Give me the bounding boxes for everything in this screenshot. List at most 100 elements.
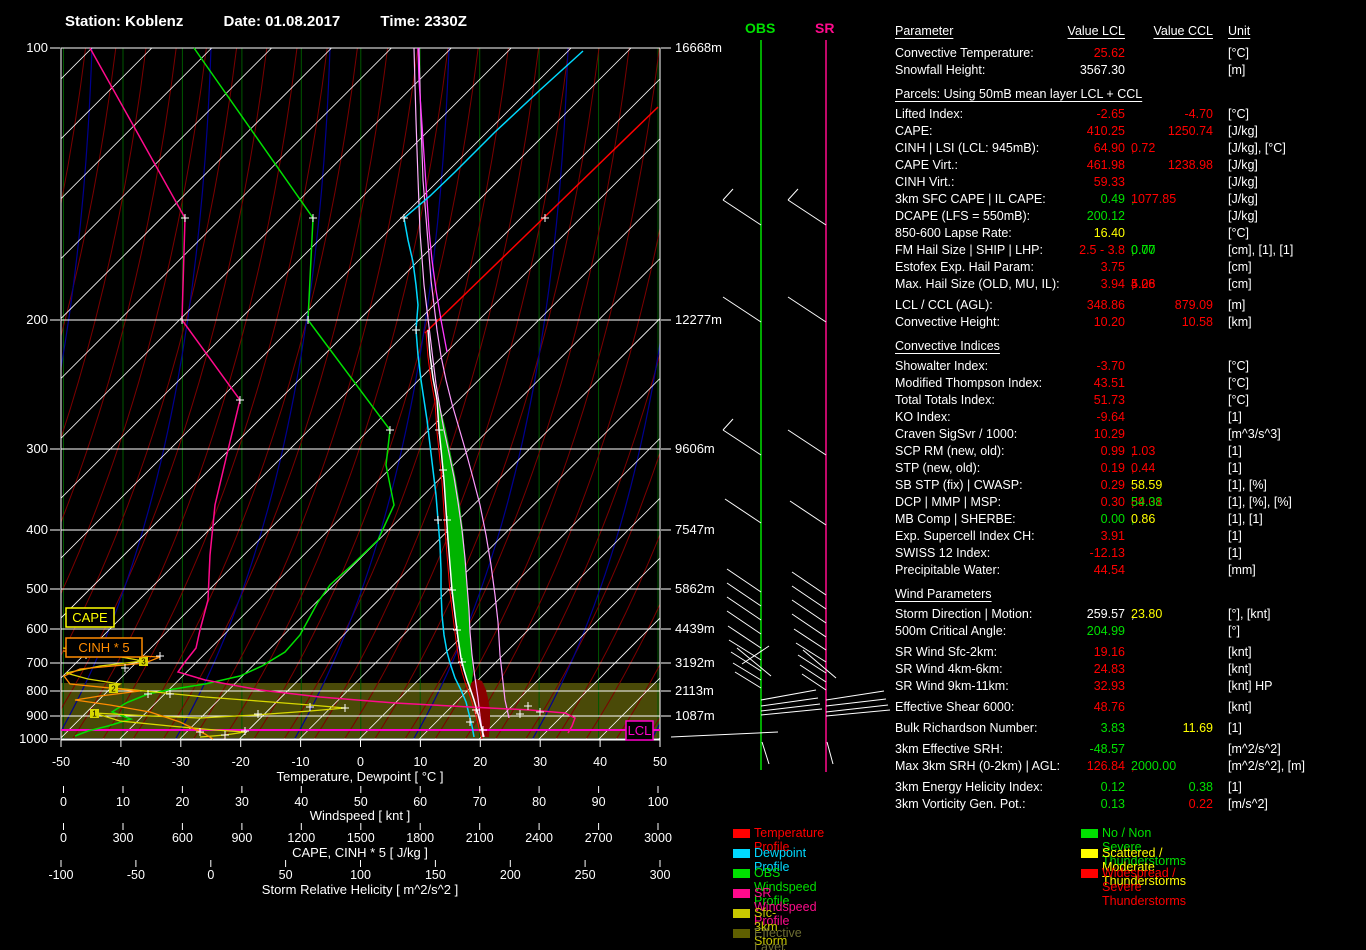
value-lcl: 3567.30 xyxy=(1079,63,1125,77)
sr-wind-barb xyxy=(789,500,827,526)
srh-tick-label: 50 xyxy=(278,868,293,882)
temperature-tick-label: -30 xyxy=(171,755,190,769)
value-lcl: -2.65 xyxy=(1096,107,1126,121)
height-label: 5862m xyxy=(675,581,715,596)
temperature-tick-label: -40 xyxy=(111,755,130,769)
legend-swatch xyxy=(1081,869,1098,878)
value-lcl: 2.5 - 3.8 xyxy=(1079,243,1125,257)
windspeed-tick-label: 40 xyxy=(294,795,309,809)
height-label: 4439m xyxy=(675,621,715,636)
table-row: STP (new, old): 0.19, 0.44 [1] xyxy=(895,461,1242,475)
pressure-label: 800 xyxy=(26,683,48,698)
temp-upper xyxy=(424,106,659,334)
sr-wind-barb xyxy=(825,690,885,701)
col-header-ccl: Value CCL xyxy=(1153,24,1213,38)
unit: [knt] xyxy=(1228,700,1252,714)
unit: [J/kg] xyxy=(1228,209,1258,223)
table-row: Max. Hail Size (OLD, MU, IL): 3.94, 4.06,… xyxy=(895,277,1252,291)
table-row: SR Wind 9km-11km: 32.93 [knt] HP xyxy=(895,679,1366,696)
obs-wind-barb xyxy=(722,296,762,323)
srh-tick-label: -50 xyxy=(126,868,145,882)
legend-swatch xyxy=(733,889,750,898)
table-row: Modified Thompson Index: 43.51 [°C] xyxy=(895,376,1366,393)
obs-wind-barb xyxy=(722,429,762,456)
srh-axis-title: Storm Relative Helicity [ m^2/s^2 ] xyxy=(261,882,459,897)
cape-tick-label: 0 xyxy=(60,831,67,845)
unit: [°C] xyxy=(1228,46,1249,60)
pressure-label: 500 xyxy=(26,581,48,596)
sr-windspeed-profile xyxy=(89,47,576,734)
unit: [J/kg] xyxy=(1228,158,1258,172)
pressure-label: 700 xyxy=(26,655,48,670)
sr-wind-barb xyxy=(787,199,827,226)
table-row: Snowfall Height: 3567.30 [m] xyxy=(895,63,1366,80)
cape-tick-label: 3000 xyxy=(644,831,672,845)
cape-tick-label: 2700 xyxy=(584,831,613,845)
temperature-tick-label: -10 xyxy=(291,755,310,769)
windspeed-tick-label: 20 xyxy=(175,795,190,809)
value-lcl: 43.51 xyxy=(1093,376,1125,390)
table-row: Storm Direction | Motion: 259.57, 23.80 [°… xyxy=(895,607,1271,621)
unit: [J/kg] xyxy=(1228,124,1258,138)
unit: [1] xyxy=(1228,444,1242,458)
unit: [°C] xyxy=(1228,226,1249,240)
table-row: Convective Height: 10.20 10.58 [km] xyxy=(895,315,1366,332)
unit: [km] xyxy=(1228,315,1252,329)
sr-wind-barb xyxy=(787,429,827,456)
value-lcl: 0.29 xyxy=(1100,478,1125,492)
value-lcl: 3.94 xyxy=(1100,277,1125,291)
pressure-label: 200 xyxy=(26,312,48,327)
legend-text: Effective Layer (CAPE >= 100 J/kg) xyxy=(754,926,802,950)
value-lcl: 32.93 xyxy=(1093,679,1125,693)
value-lcl: 10.20 xyxy=(1093,315,1125,329)
height-label: 1087m xyxy=(675,708,715,723)
table-row: CINH | LSI (LCL: 945mB): 64.90, 0.72 [J/kg… xyxy=(895,141,1286,155)
table-row: Lifted Index: -2.65 -4.70 [°C] xyxy=(895,107,1366,124)
value-lcl: 200.12 xyxy=(1086,209,1125,223)
obs-wind-barb xyxy=(732,662,762,681)
height-label: 2113m xyxy=(675,683,714,698)
unit: [m] xyxy=(1228,298,1246,312)
value-lcl: 0.00 xyxy=(1100,512,1125,526)
unit: [1] xyxy=(1228,529,1242,543)
value-lcl: -12.13 xyxy=(1089,546,1125,560)
height-label: 9606m xyxy=(675,441,715,456)
value-lcl: -48.57 xyxy=(1089,742,1125,756)
height-label: 16668m xyxy=(675,40,722,55)
value-lcl: 10.29 xyxy=(1093,427,1125,441)
table-header-row: Parameter Value LCL Value CCL Unit xyxy=(895,24,1366,46)
table-row: 3km Energy Helicity Index: 0.12 0.38 [1] xyxy=(895,780,1366,797)
table-row: CAPE Virt.: 461.98 1238.98 [J/kg] xyxy=(895,158,1366,175)
unit: [m/s^2] xyxy=(1228,797,1268,811)
table-row: SCP RM (new, old): 0.99, 1.03 [1] xyxy=(895,444,1242,458)
obs-wind-barb xyxy=(728,639,762,661)
value-lcl: 0.30 xyxy=(1100,495,1125,509)
cape-tick-label: 1500 xyxy=(346,831,375,845)
value-ccl: 0.38 xyxy=(1188,780,1213,794)
unit: [°], [knt] xyxy=(1228,607,1271,621)
srh-tick-label: 250 xyxy=(574,868,596,882)
table-row: CINH Virt.: 59.33 [J/kg] xyxy=(895,175,1366,192)
unit: [knt] HP xyxy=(1228,679,1273,693)
obs-wind-barb xyxy=(736,647,772,677)
table-row: Estofex Exp. Hail Param: 3.75 [cm] xyxy=(895,260,1366,277)
obs-wind-barb xyxy=(722,418,734,431)
cape-area xyxy=(437,400,473,688)
value-lcl: 0.19 xyxy=(1100,461,1125,475)
value-lcl: 348.86 xyxy=(1086,298,1125,312)
unit: [mm] xyxy=(1228,563,1256,577)
temperature-tick-label: 0 xyxy=(357,755,364,769)
cape-axis-title: CAPE, CINH * 5 [ J/kg ] xyxy=(292,845,428,860)
windspeed-tick-label: 70 xyxy=(472,795,487,809)
sr-wind-barb xyxy=(791,585,827,610)
obs-wind-barb xyxy=(760,689,817,701)
value-ccl: 10.58 xyxy=(1181,315,1213,329)
obs-wind-barb xyxy=(727,625,762,649)
parameter-table: Parameter Value LCL Value CCL Unit Convectiv… xyxy=(895,24,1366,814)
pressure-label: 600 xyxy=(26,621,48,636)
value-lcl: 0.13 xyxy=(1100,797,1125,811)
unit: [cm], [1], [1] xyxy=(1228,243,1294,257)
sr-wind-barb xyxy=(802,649,837,679)
windspeed-tick-label: 100 xyxy=(647,795,669,809)
unit: [cm] xyxy=(1228,260,1252,274)
